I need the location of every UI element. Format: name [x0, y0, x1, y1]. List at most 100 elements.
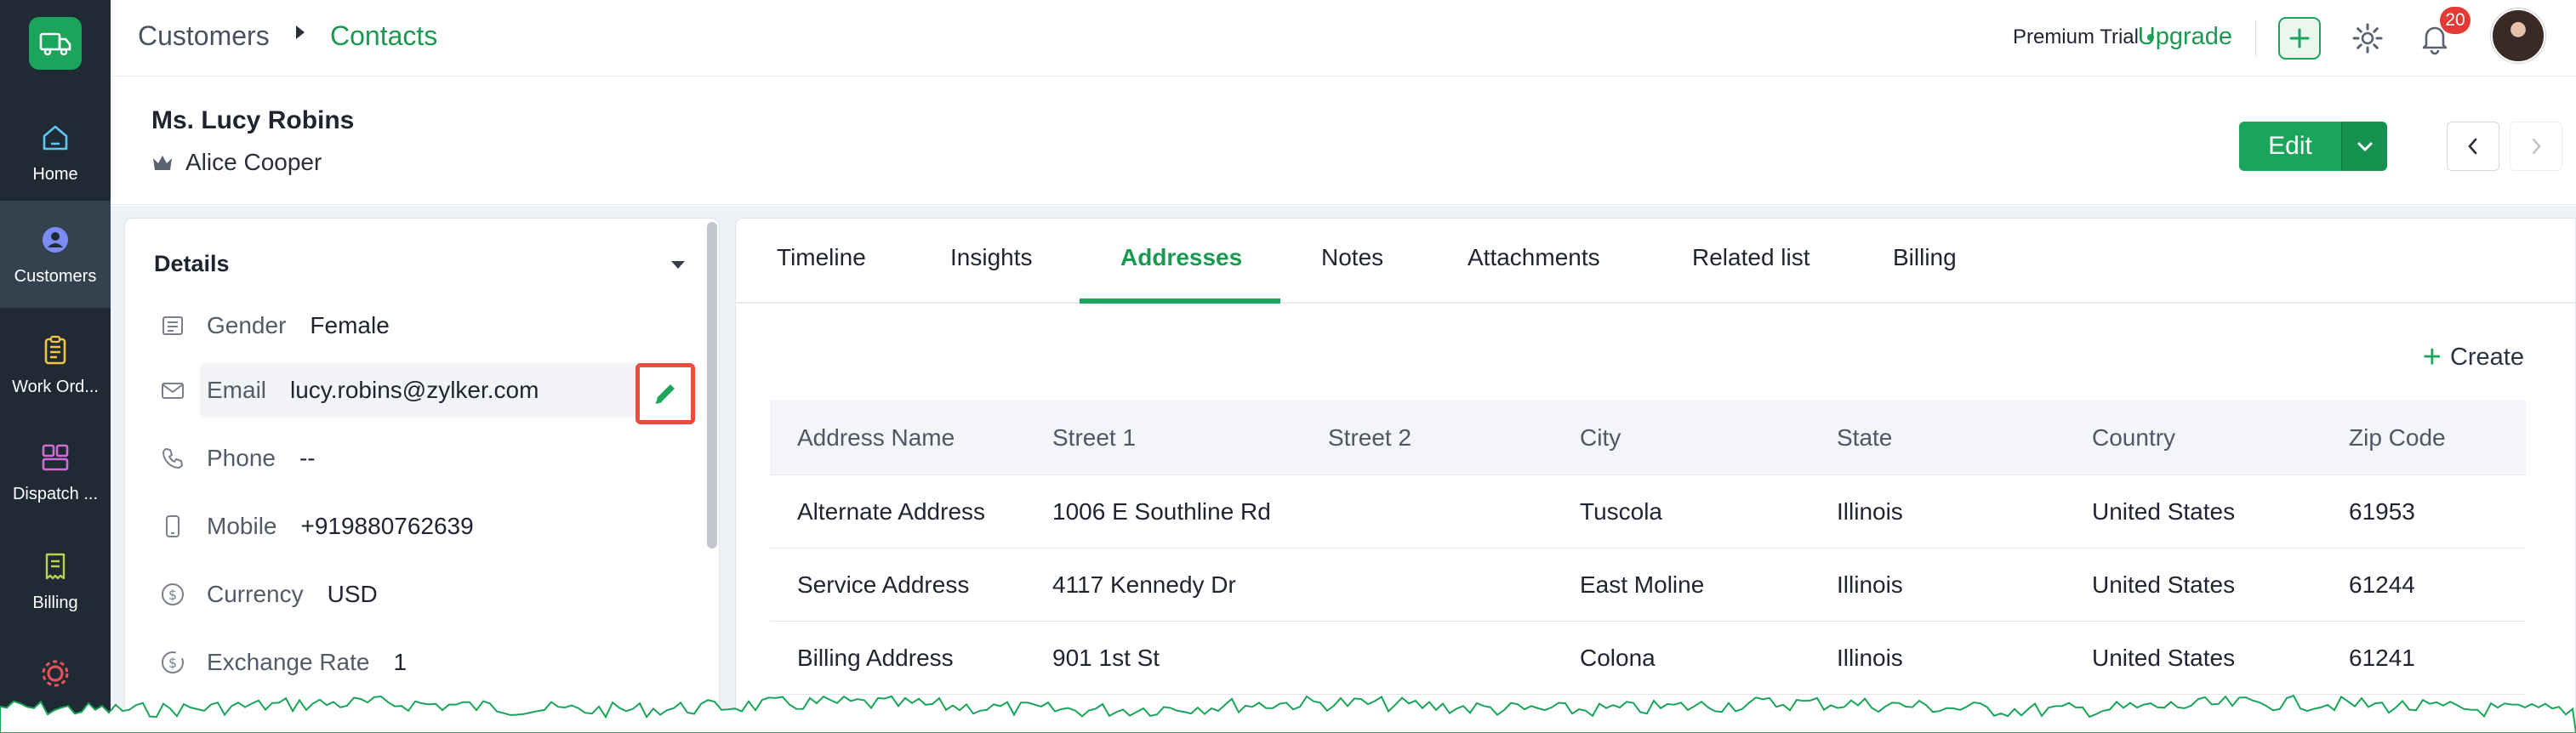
cell-country: United States [2092, 497, 2236, 525]
sidebar-item-home[interactable]: Home [0, 99, 111, 206]
app-logo[interactable] [29, 17, 82, 70]
previous-record-button[interactable] [2447, 122, 2499, 171]
sidebar-item-label: Home [32, 164, 78, 184]
cell-address-name: Alternate Address [797, 497, 986, 525]
pencil-icon [655, 384, 675, 404]
edit-button[interactable]: Edit [2239, 122, 2341, 171]
edit-button-group: Edit [2239, 122, 2387, 171]
top-bar: Customers Contacts Premium Trial Upgrade… [111, 0, 2576, 77]
trial-label: Premium Trial [2012, 26, 2139, 48]
table-header-row: Address Name Street 1 Street 2 City Stat… [770, 401, 2526, 475]
user-icon [43, 226, 68, 253]
field-mobile: Mobile +919880762639 [159, 499, 474, 554]
home-icon [43, 125, 68, 150]
currency-icon: $ [159, 581, 186, 608]
sidebar: Home Customers Work Ord... Dispatch ... … [0, 0, 111, 733]
collapse-caret-icon[interactable] [671, 261, 685, 269]
truck-logo-icon [39, 32, 71, 56]
plus-icon [2289, 28, 2310, 48]
cell-state: Illinois [1837, 571, 1903, 598]
mobile-icon [159, 513, 186, 540]
cell-city: Tuscola [1580, 497, 1663, 525]
sidebar-item-work-orders[interactable]: Work Ord... [0, 311, 111, 418]
column-header[interactable]: Street 2 [1328, 401, 1411, 474]
field-value: -- [299, 445, 316, 471]
field-value: +919880762639 [300, 513, 474, 539]
column-header[interactable]: Address Name [797, 401, 955, 474]
edit-email-button[interactable] [635, 363, 695, 424]
notification-badge: 20 [2440, 7, 2471, 34]
cell-country: United States [2092, 571, 2236, 598]
breadcrumb-parent[interactable]: Customers [138, 20, 270, 52]
tab-bar: Timeline Insights Addresses Notes Attach… [736, 219, 2575, 304]
clipboard-icon [44, 335, 66, 364]
sidebar-item-label: Customers [14, 266, 97, 286]
sidebar-item-dispatch[interactable]: Dispatch ... [0, 418, 111, 526]
column-header[interactable]: Street 1 [1052, 401, 1136, 474]
upgrade-link[interactable]: Upgrade [2138, 23, 2232, 51]
sidebar-item-customers[interactable]: Customers [0, 201, 111, 308]
field-label: Phone [207, 445, 276, 471]
field-label: Gender [207, 312, 287, 338]
avatar[interactable] [2491, 9, 2545, 63]
cell-zip-code: 61953 [2349, 497, 2415, 525]
plus-icon: + [2422, 339, 2442, 375]
field-email: Email lucy.robins@zylker.com [159, 363, 539, 418]
phone-icon [159, 445, 186, 472]
tab-attachments[interactable]: Attachments [1468, 244, 1600, 271]
field-label: Currency [207, 581, 304, 607]
scrollbar[interactable] [707, 222, 717, 548]
tab-addresses[interactable]: Addresses [1120, 244, 1242, 271]
crown-icon [153, 156, 172, 170]
record-owner: Alice Cooper [151, 149, 322, 176]
tab-related-list[interactable]: Related list [1692, 244, 1810, 271]
field-value: 1 [393, 649, 407, 675]
field-value[interactable]: lucy.robins@zylker.com [290, 377, 539, 404]
column-header[interactable]: State [1837, 401, 1892, 474]
sidebar-item-label: Billing [32, 593, 78, 612]
chevron-down-icon [2357, 142, 2372, 152]
column-header[interactable]: Country [2092, 401, 2175, 474]
column-header[interactable]: Zip Code [2349, 401, 2446, 474]
svg-text:$: $ [168, 587, 177, 603]
active-tab-indicator [1080, 298, 1280, 304]
details-panel: Details Gender Female Email lucy.robins@… [124, 218, 720, 733]
tab-insights[interactable]: Insights [950, 244, 1033, 271]
create-address-button[interactable]: + Create [2423, 341, 2524, 373]
gear-icon[interactable] [2350, 20, 2385, 56]
column-header[interactable]: City [1580, 401, 1621, 474]
owner-name: Alice Cooper [185, 149, 322, 175]
dispatch-icon [42, 444, 69, 470]
sidebar-item-label: Work Ord... [12, 377, 99, 396]
tab-billing[interactable]: Billing [1893, 244, 1957, 271]
table-row[interactable]: Service Address 4117 Kennedy Dr East Mol… [770, 548, 2526, 622]
tab-notes[interactable]: Notes [1321, 244, 1383, 271]
field-gender: Gender Female [159, 298, 390, 353]
field-value: USD [327, 581, 378, 607]
field-label: Email [207, 377, 267, 403]
details-title: Details [154, 251, 230, 276]
sidebar-item-billing[interactable]: Billing [0, 527, 111, 634]
exchange-rate-icon: $ [159, 649, 186, 676]
torn-edge-decoration [0, 694, 2576, 733]
record-header: Ms. Lucy Robins Alice Cooper Edit [111, 77, 2576, 205]
edit-dropdown-button[interactable] [2341, 122, 2387, 171]
billing-icon [45, 553, 66, 579]
next-record-button[interactable] [2510, 122, 2562, 171]
field-currency: $ Currency USD [159, 567, 378, 622]
create-label: Create [2449, 343, 2524, 371]
field-label: Exchange Rate [207, 649, 370, 675]
gender-icon [159, 312, 186, 339]
breadcrumb-current: Contacts [330, 20, 438, 51]
cell-city: East Moline [1580, 571, 1705, 598]
table-row[interactable]: Alternate Address 1006 E Southline Rd Tu… [770, 475, 2526, 548]
cell-street-1: 4117 Kennedy Dr [1052, 571, 1236, 598]
divider [2255, 20, 2256, 56]
chevron-right-icon [2532, 138, 2541, 155]
tab-timeline[interactable]: Timeline [777, 244, 866, 271]
svg-text:$: $ [168, 655, 177, 671]
contact-name: Ms. Lucy Robins [151, 106, 355, 134]
mail-icon [159, 377, 186, 404]
cell-zip-code: 61244 [2349, 571, 2415, 598]
quick-create-button[interactable] [2278, 17, 2321, 60]
